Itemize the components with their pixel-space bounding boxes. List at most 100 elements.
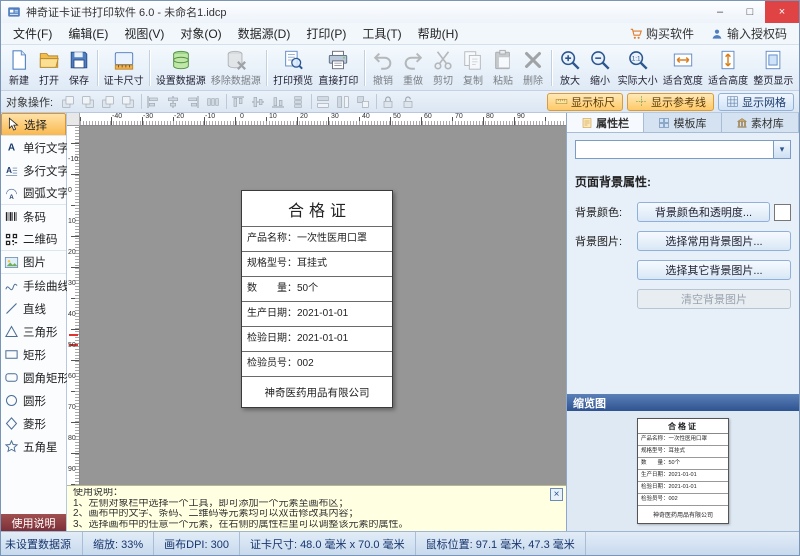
align-top-icon	[230, 94, 246, 110]
background-color-swatch[interactable]	[774, 204, 791, 221]
menu-print[interactable]: 打印(P)	[298, 23, 354, 44]
save-button[interactable]: 保存	[64, 47, 94, 89]
card-field[interactable]: 检验日期：2021-01-01	[242, 327, 392, 352]
same-width-button[interactable]	[314, 93, 334, 111]
menu-file[interactable]: 文件(F)	[5, 23, 60, 44]
tool-multi-line-text[interactable]: A多行文字	[1, 159, 66, 182]
align-left-button[interactable]	[144, 93, 164, 111]
tab-materials[interactable]: 素材库	[722, 113, 799, 132]
zoom-out-button[interactable]: 缩小	[585, 47, 615, 89]
redo-button[interactable]: 重做	[398, 47, 428, 89]
menu-view[interactable]: 视图(V)	[116, 23, 172, 44]
tool-star[interactable]: 五角星	[1, 435, 66, 458]
move-down-layer-button[interactable]	[119, 93, 139, 111]
card-footer[interactable]: 神奇医药用品有限公司	[242, 377, 392, 407]
menu-help[interactable]: 帮助(H)	[410, 23, 467, 44]
card-field[interactable]: 规格型号：耳挂式	[242, 252, 392, 277]
tool-arc-text[interactable]: A圆弧文字	[1, 182, 66, 205]
section-title: 页面背景属性:	[575, 173, 791, 190]
chevron-down-icon[interactable]: ▾	[773, 141, 790, 158]
menu-object[interactable]: 对象(O)	[172, 23, 229, 44]
tab-templates[interactable]: 模板库	[644, 113, 721, 132]
background-template-dropdown[interactable]: ▾	[575, 140, 791, 159]
select-other-background-button[interactable]: 选择其它背景图片...	[637, 260, 791, 280]
tool-circle[interactable]: 圆形	[1, 389, 66, 412]
align-middle-button[interactable]	[249, 93, 269, 111]
send-to-back-button[interactable]	[79, 93, 99, 111]
menu-datasource[interactable]: 数据源(D)	[230, 23, 299, 44]
remove-datasource-button[interactable]: 移除数据源	[208, 47, 263, 89]
actual-size-button[interactable]: 1:1实际大小	[615, 47, 660, 89]
minimize-button[interactable]: –	[705, 1, 735, 23]
zoom-in-button[interactable]: 放大	[555, 47, 585, 89]
usage-help-button[interactable]: 使用说明	[1, 514, 66, 531]
align-top-button[interactable]	[229, 93, 249, 111]
enter-license-button[interactable]: 输入授权码	[702, 24, 795, 43]
buy-software-button[interactable]: 购买软件	[621, 24, 702, 43]
tool-triangle[interactable]: 三角形	[1, 320, 66, 343]
fit-height-button[interactable]: 适合高度	[705, 47, 750, 89]
undo-button[interactable]: 撤销	[368, 47, 398, 89]
menu-edit[interactable]: 编辑(E)	[60, 23, 116, 44]
select-common-background-button[interactable]: 选择常用背景图片...	[637, 231, 791, 251]
tool-straight-line[interactable]: 直线	[1, 297, 66, 320]
toolbar-separator	[149, 50, 150, 86]
same-size-button[interactable]	[354, 93, 374, 111]
paste-button[interactable]: 粘贴	[488, 47, 518, 89]
unlock-button[interactable]	[399, 93, 419, 111]
ruler-label: 20	[300, 113, 308, 120]
background-color-button[interactable]: 背景颜色和透明度...	[637, 202, 770, 222]
equal-v-spacing-button[interactable]	[289, 93, 309, 111]
tab-properties-label: 属性栏	[596, 115, 629, 131]
clear-background-button[interactable]: 清空背景图片	[637, 289, 791, 309]
tool-image[interactable]: 图片	[1, 251, 66, 274]
design-canvas[interactable]: 合格证 产品名称：一次性医用口罩规格型号：耳挂式数 量：50个生产日期：2021…	[80, 126, 566, 485]
new-button[interactable]: 新建	[4, 47, 34, 89]
equal-h-spacing-button[interactable]	[204, 93, 224, 111]
maximize-button[interactable]: □	[735, 1, 765, 23]
tab-properties[interactable]: 属性栏	[567, 113, 644, 132]
direct-print-button[interactable]: 直接打印	[316, 47, 361, 89]
tool-rectangle[interactable]: 矩形	[1, 343, 66, 366]
card-field[interactable]: 检验员号：002	[242, 352, 392, 377]
align-center-h-button[interactable]	[164, 93, 184, 111]
tool-barcode[interactable]: 条码	[1, 205, 66, 228]
show-guides-toggle[interactable]: 显示参考线	[627, 93, 714, 111]
cut-button[interactable]: 剪切	[428, 47, 458, 89]
show-ruler-toggle[interactable]: 显示标尺	[547, 93, 623, 111]
card-field[interactable]: 数 量：50个	[242, 277, 392, 302]
thumbnail-area[interactable]: 合格证 产品名称：一次性医用口罩规格型号：耳挂式数 量：50个生产日期：2021…	[567, 411, 799, 531]
tool-single-line-text[interactable]: A单行文字	[1, 136, 66, 159]
close-button[interactable]: ×	[765, 1, 799, 23]
tool-select[interactable]: 选择	[1, 113, 66, 136]
same-width-icon	[315, 94, 331, 110]
tool-freehand-curve[interactable]: 手绘曲线	[1, 274, 66, 297]
fit-width-button[interactable]: 适合宽度	[660, 47, 705, 89]
open-button[interactable]: 打开	[34, 47, 64, 89]
move-up-layer-button[interactable]	[99, 93, 119, 111]
print-preview-button[interactable]: 打印预览	[270, 47, 315, 89]
buy-software-label: 购买软件	[646, 25, 694, 42]
card-field[interactable]: 产品名称：一次性医用口罩	[242, 227, 392, 252]
copy-button[interactable]: 复制	[458, 47, 488, 89]
align-bottom-button[interactable]	[269, 93, 289, 111]
whole-page-button[interactable]: 整页显示	[751, 47, 796, 89]
star-icon	[4, 439, 19, 454]
same-height-button[interactable]	[334, 93, 354, 111]
card-field[interactable]: 生产日期：2021-01-01	[242, 302, 392, 327]
tool-diamond[interactable]: 菱形	[1, 412, 66, 435]
bring-to-front-button[interactable]	[59, 93, 79, 111]
card-design[interactable]: 合格证 产品名称：一次性医用口罩规格型号：耳挂式数 量：50个生产日期：2021…	[241, 190, 393, 408]
align-right-button[interactable]	[184, 93, 204, 111]
menu-tools[interactable]: 工具(T)	[354, 23, 409, 44]
lock-button[interactable]	[379, 93, 399, 111]
tool-rounded-rectangle[interactable]: 圆角矩形	[1, 366, 66, 389]
fit-width-icon	[672, 49, 694, 71]
close-icon[interactable]: ×	[550, 488, 563, 501]
show-grid-toggle[interactable]: 显示网格	[718, 93, 794, 111]
card-size-button[interactable]: 证卡尺寸	[101, 47, 146, 89]
set-datasource-button[interactable]: 设置数据源	[153, 47, 208, 89]
delete-button[interactable]: 删除	[518, 47, 548, 89]
card-title[interactable]: 合格证	[242, 191, 392, 227]
tool-qrcode[interactable]: 二维码	[1, 228, 66, 251]
